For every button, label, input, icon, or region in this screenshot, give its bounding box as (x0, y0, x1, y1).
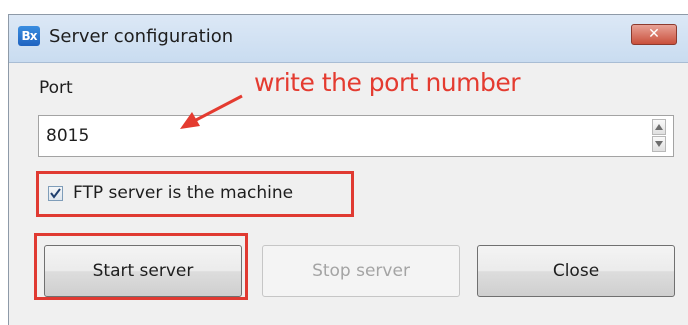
close-icon[interactable]: ✕ (631, 24, 677, 45)
port-input[interactable] (38, 115, 674, 157)
start-server-button[interactable]: Start server (44, 245, 242, 297)
stop-server-button[interactable]: Stop server (262, 245, 460, 297)
checkmark-icon (50, 188, 61, 199)
ftp-server-checkbox[interactable] (48, 186, 63, 201)
title-bar[interactable]: Bx Server configuration ✕ (9, 15, 688, 63)
close-button[interactable]: Close (477, 245, 675, 297)
port-spinner[interactable] (652, 119, 666, 153)
app-logo-icon: Bx (18, 26, 40, 46)
spin-down-button[interactable] (652, 136, 666, 152)
caret-down-icon (655, 141, 663, 147)
ftp-checkbox-highlight: FTP server is the machine (36, 171, 354, 217)
port-label: Port (39, 78, 73, 98)
ftp-server-checkbox-label[interactable]: FTP server is the machine (73, 183, 293, 203)
spin-up-button[interactable] (652, 119, 666, 135)
window-title: Server configuration (49, 26, 234, 47)
caret-up-icon (655, 124, 663, 130)
annotation-text: write the port number (254, 68, 521, 97)
